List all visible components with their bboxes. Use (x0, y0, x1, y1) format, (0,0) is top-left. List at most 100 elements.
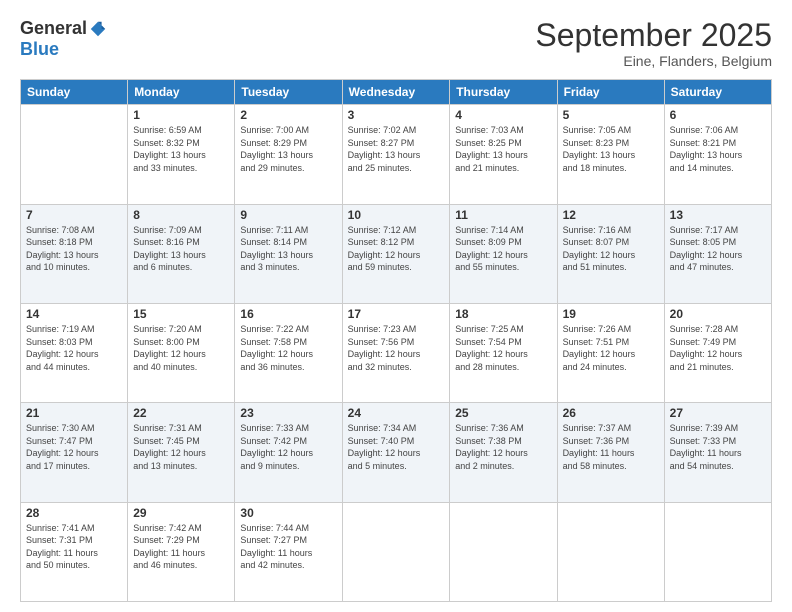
day-cell: 16Sunrise: 7:22 AM Sunset: 7:58 PM Dayli… (235, 303, 342, 402)
location: Eine, Flanders, Belgium (535, 53, 772, 69)
day-cell (664, 502, 771, 601)
day-cell: 23 Sunrise: 7:33 AM Sunset: 7:42 PM Dayli… (235, 403, 342, 502)
day-info: Sunrise: 7:41 AM Sunset: 7:31 PM Dayligh… (26, 522, 122, 572)
day-info: Sunrise: 7:05 AM Sunset: 8:23 PM Dayligh… (563, 124, 659, 174)
col-tuesday: Tuesday (235, 80, 342, 105)
day-info: Sunrise: 7:16 AM Sunset: 8:07 PM Dayligh… (563, 224, 659, 274)
day-info: Sunrise: 7:02 AM Sunset: 8:27 PM Dayligh… (348, 124, 445, 174)
day-number: 12 (563, 208, 659, 222)
day-number: 10 (348, 208, 445, 222)
day-info: Sunrise: 7:33 AM Sunset: 7:42 PM Dayligh… (240, 422, 336, 472)
day-cell: 19 Sunrise: 7:26 AM Sunset: 7:51 PM Dayli… (557, 303, 664, 402)
day-cell: 11 Sunrise: 7:14 AM Sunset: 8:09 PM Dayli… (450, 204, 557, 303)
day-info: Sunrise: 7:06 AM Sunset: 8:21 PM Dayligh… (670, 124, 766, 174)
day-info: Sunrise: 7:25 AM Sunset: 7:54 PM Dayligh… (455, 323, 551, 373)
day-info: Sunrise: 7:11 AM Sunset: 8:14 PM Dayligh… (240, 224, 336, 274)
day-number: 11 (455, 208, 551, 222)
day-cell: 17 Sunrise: 7:23 AM Sunset: 7:56 PM Dayli… (342, 303, 450, 402)
day-number: 9 (240, 208, 336, 222)
day-number: 29 (133, 506, 229, 520)
col-wednesday: Wednesday (342, 80, 450, 105)
day-cell: 21 Sunrise: 7:30 AM Sunset: 7:47 PM Dayli… (21, 403, 128, 502)
day-info: Sunrise: 7:03 AM Sunset: 8:25 PM Dayligh… (455, 124, 551, 174)
day-number: 27 (670, 406, 766, 420)
day-cell: 27 Sunrise: 7:39 AM Sunset: 7:33 PM Dayli… (664, 403, 771, 502)
calendar: Sunday Monday Tuesday Wednesday Thursday… (20, 79, 772, 602)
day-number: 4 (455, 108, 551, 122)
day-number: 1 (133, 108, 229, 122)
day-info: Sunrise: 7:09 AM Sunset: 8:16 PM Dayligh… (133, 224, 229, 274)
day-cell: 4 Sunrise: 7:03 AM Sunset: 8:25 PM Daylig… (450, 105, 557, 204)
day-number: 19 (563, 307, 659, 321)
day-number: 28 (26, 506, 122, 520)
day-number: 26 (563, 406, 659, 420)
day-number: 17 (348, 307, 445, 321)
day-number: 20 (670, 307, 766, 321)
calendar-header-row: Sunday Monday Tuesday Wednesday Thursday… (21, 80, 772, 105)
day-cell: 22Sunrise: 7:31 AM Sunset: 7:45 PM Dayli… (128, 403, 235, 502)
day-number: 15 (133, 307, 229, 321)
col-friday: Friday (557, 80, 664, 105)
day-cell: 18 Sunrise: 7:25 AM Sunset: 7:54 PM Dayli… (450, 303, 557, 402)
day-info: Sunrise: 7:23 AM Sunset: 7:56 PM Dayligh… (348, 323, 445, 373)
day-cell: 7Sunrise: 7:08 AM Sunset: 8:18 PM Daylig… (21, 204, 128, 303)
day-info: Sunrise: 7:34 AM Sunset: 7:40 PM Dayligh… (348, 422, 445, 472)
day-info: Sunrise: 7:44 AM Sunset: 7:27 PM Dayligh… (240, 522, 336, 572)
col-monday: Monday (128, 80, 235, 105)
week-row-3: 14Sunrise: 7:19 AM Sunset: 8:03 PM Dayli… (21, 303, 772, 402)
day-cell: 15 Sunrise: 7:20 AM Sunset: 8:00 PM Dayli… (128, 303, 235, 402)
day-cell: 26Sunrise: 7:37 AM Sunset: 7:36 PM Dayli… (557, 403, 664, 502)
logo: General Blue (20, 18, 107, 60)
day-cell: 9 Sunrise: 7:11 AM Sunset: 8:14 PM Daylig… (235, 204, 342, 303)
day-cell (342, 502, 450, 601)
day-info: Sunrise: 7:12 AM Sunset: 8:12 PM Dayligh… (348, 224, 445, 274)
day-number: 18 (455, 307, 551, 321)
day-info: Sunrise: 6:59 AM Sunset: 8:32 PM Dayligh… (133, 124, 229, 174)
day-number: 3 (348, 108, 445, 122)
day-cell: 13 Sunrise: 7:17 AM Sunset: 8:05 PM Dayli… (664, 204, 771, 303)
header: General Blue September 2025 Eine, Flande… (20, 18, 772, 69)
day-info: Sunrise: 7:17 AM Sunset: 8:05 PM Dayligh… (670, 224, 766, 274)
day-info: Sunrise: 7:22 AM Sunset: 7:58 PM Dayligh… (240, 323, 336, 373)
day-number: 25 (455, 406, 551, 420)
day-info: Sunrise: 7:42 AM Sunset: 7:29 PM Dayligh… (133, 522, 229, 572)
day-number: 7 (26, 208, 122, 222)
day-cell: 12 Sunrise: 7:16 AM Sunset: 8:07 PM Dayli… (557, 204, 664, 303)
day-cell: 28 Sunrise: 7:41 AM Sunset: 7:31 PM Dayli… (21, 502, 128, 601)
day-cell: 20Sunrise: 7:28 AM Sunset: 7:49 PM Dayli… (664, 303, 771, 402)
day-cell (557, 502, 664, 601)
day-number: 6 (670, 108, 766, 122)
week-row-1: 1 Sunrise: 6:59 AM Sunset: 8:32 PM Daylig… (21, 105, 772, 204)
day-number: 21 (26, 406, 122, 420)
day-cell: 24Sunrise: 7:34 AM Sunset: 7:40 PM Dayli… (342, 403, 450, 502)
day-number: 30 (240, 506, 336, 520)
day-number: 23 (240, 406, 336, 420)
day-info: Sunrise: 7:14 AM Sunset: 8:09 PM Dayligh… (455, 224, 551, 274)
day-cell: 30 Sunrise: 7:44 AM Sunset: 7:27 PM Dayli… (235, 502, 342, 601)
logo-blue-text: Blue (20, 39, 59, 60)
day-info: Sunrise: 7:20 AM Sunset: 8:00 PM Dayligh… (133, 323, 229, 373)
day-info: Sunrise: 7:26 AM Sunset: 7:51 PM Dayligh… (563, 323, 659, 373)
day-number: 2 (240, 108, 336, 122)
week-row-4: 21 Sunrise: 7:30 AM Sunset: 7:47 PM Dayli… (21, 403, 772, 502)
day-cell (450, 502, 557, 601)
week-row-5: 28 Sunrise: 7:41 AM Sunset: 7:31 PM Dayli… (21, 502, 772, 601)
day-info: Sunrise: 7:39 AM Sunset: 7:33 PM Dayligh… (670, 422, 766, 472)
logo-icon (89, 20, 107, 38)
day-cell: 29 Sunrise: 7:42 AM Sunset: 7:29 PM Dayli… (128, 502, 235, 601)
day-info: Sunrise: 7:00 AM Sunset: 8:29 PM Dayligh… (240, 124, 336, 174)
day-cell: 25 Sunrise: 7:36 AM Sunset: 7:38 PM Dayli… (450, 403, 557, 502)
day-cell: 10 Sunrise: 7:12 AM Sunset: 8:12 PM Dayli… (342, 204, 450, 303)
day-info: Sunrise: 7:30 AM Sunset: 7:47 PM Dayligh… (26, 422, 122, 472)
day-cell: 2 Sunrise: 7:00 AM Sunset: 8:29 PM Daylig… (235, 105, 342, 204)
day-number: 22 (133, 406, 229, 420)
day-cell: 5 Sunrise: 7:05 AM Sunset: 8:23 PM Daylig… (557, 105, 664, 204)
title-block: September 2025 Eine, Flanders, Belgium (535, 18, 772, 69)
day-number: 5 (563, 108, 659, 122)
page: General Blue September 2025 Eine, Flande… (0, 0, 792, 612)
day-number: 13 (670, 208, 766, 222)
day-cell: 6 Sunrise: 7:06 AM Sunset: 8:21 PM Daylig… (664, 105, 771, 204)
day-cell (21, 105, 128, 204)
logo-general-text: General (20, 18, 87, 39)
day-info: Sunrise: 7:36 AM Sunset: 7:38 PM Dayligh… (455, 422, 551, 472)
